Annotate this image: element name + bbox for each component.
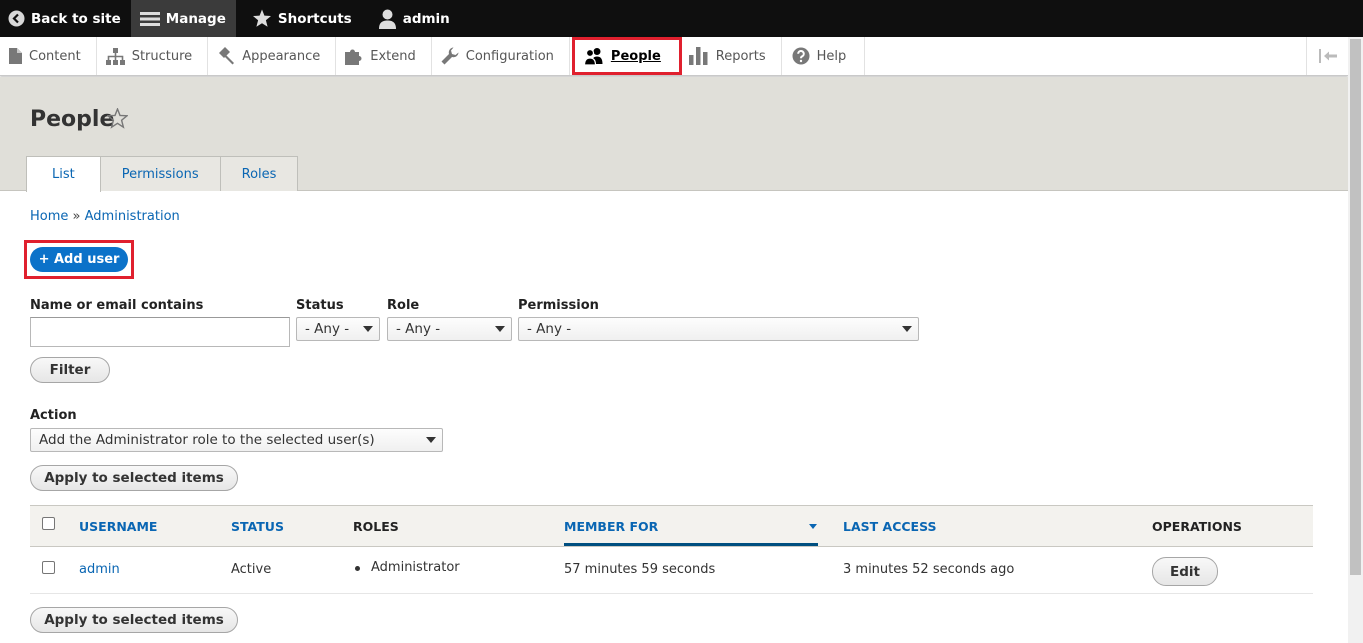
sort-descending-icon <box>809 524 817 529</box>
tray-item-reports[interactable]: Reports <box>682 37 782 75</box>
add-user-button[interactable]: + Add user <box>30 247 128 272</box>
user-status: Active <box>231 562 272 577</box>
tray-item-appearance[interactable]: Appearance <box>208 37 337 75</box>
file-icon <box>9 48 22 64</box>
breadcrumb-home[interactable]: Home <box>30 209 68 224</box>
manage-toggle[interactable]: Manage <box>130 0 236 37</box>
user-member-for: 57 minutes 59 seconds <box>564 562 716 577</box>
people-icon <box>583 48 603 65</box>
page-title: People <box>30 107 115 132</box>
tray-item-label: People <box>610 48 661 64</box>
breadcrumb-administration[interactable]: Administration <box>85 209 180 224</box>
breadcrumb: Home » Administration <box>30 209 180 224</box>
tray-item-configuration[interactable]: Configuration <box>432 37 570 75</box>
paintbrush-icon <box>219 47 235 65</box>
back-arrow-icon <box>8 10 25 27</box>
manage-label: Manage <box>165 10 226 27</box>
page-scrollbar[interactable] <box>1348 37 1363 643</box>
back-to-site-link[interactable]: Back to site <box>0 0 131 37</box>
permission-select[interactable]: - Any - <box>518 317 919 341</box>
permission-filter-label: Permission <box>518 298 599 313</box>
admin-tray: Content Structure Appearance Extend Conf… <box>0 37 1348 76</box>
action-select[interactable]: Add the Administrator role to the select… <box>30 428 443 452</box>
tray-item-label: Help <box>816 48 847 64</box>
chevron-down-icon <box>495 326 505 332</box>
chevron-down-icon <box>363 326 373 332</box>
tray-item-label: Structure <box>131 48 193 64</box>
primary-tabs: List Permissions Roles <box>26 156 299 192</box>
shortcuts-label: Shortcuts <box>277 10 352 27</box>
user-icon <box>378 9 396 29</box>
list-bullet <box>355 566 360 571</box>
tray-item-label: Appearance <box>242 48 321 64</box>
wrench-icon <box>441 47 459 65</box>
tab-roles[interactable]: Roles <box>219 156 299 191</box>
user-menu[interactable]: admin <box>362 0 460 37</box>
name-filter-label: Name or email contains <box>30 298 204 313</box>
status-select[interactable]: - Any - <box>296 317 380 341</box>
tray-item-structure[interactable]: Structure <box>97 37 209 75</box>
status-select-value: - Any - <box>305 321 350 337</box>
row-checkbox[interactable] <box>42 561 55 574</box>
tray-item-label: Reports <box>715 48 766 64</box>
status-filter-label: Status <box>296 298 344 313</box>
sitemap-icon <box>105 47 125 65</box>
breadcrumb-separator: » <box>72 209 81 224</box>
filter-button[interactable]: Filter <box>30 357 110 383</box>
table-header <box>30 505 1313 547</box>
role-select-value: - Any - <box>396 321 441 337</box>
chevron-down-icon <box>902 326 912 332</box>
permission-select-value: - Any - <box>527 321 572 337</box>
column-roles: ROLES <box>353 519 399 534</box>
collapse-left-icon <box>1318 49 1337 63</box>
help-icon <box>792 47 810 65</box>
tray-item-people[interactable]: People <box>571 37 682 75</box>
active-sort-indicator <box>564 543 818 546</box>
tray-orientation-toggle[interactable] <box>1306 37 1348 75</box>
user-last-access: 3 minutes 52 seconds ago <box>843 562 1015 577</box>
tray-item-help[interactable]: Help <box>782 37 866 75</box>
bar-chart-icon <box>688 47 708 65</box>
shortcut-star-icon[interactable] <box>107 108 128 129</box>
column-status[interactable]: STATUS <box>231 519 284 534</box>
username-link[interactable]: admin <box>79 562 120 577</box>
user-role: Administrator <box>371 560 460 575</box>
column-operations: OPERATIONS <box>1152 519 1242 534</box>
tray-item-label: Extend <box>370 48 416 64</box>
tray-item-extend[interactable]: Extend <box>336 37 432 75</box>
back-to-site-label: Back to site <box>31 10 121 27</box>
name-email-input[interactable] <box>30 317 290 347</box>
role-filter-label: Role <box>387 298 420 313</box>
tray-item-label: Configuration <box>465 48 554 64</box>
user-name-label: admin <box>402 10 450 27</box>
column-last-access[interactable]: LAST ACCESS <box>843 519 937 534</box>
column-username[interactable]: USERNAME <box>79 519 157 534</box>
action-label: Action <box>30 408 77 423</box>
tab-list[interactable]: List <box>26 156 101 192</box>
hamburger-icon <box>139 11 160 26</box>
puzzle-icon <box>345 49 362 65</box>
scrollbar-thumb[interactable] <box>1350 39 1361 575</box>
admin-toolbar: Back to site Manage Shortcuts admin <box>0 0 1363 37</box>
role-select[interactable]: - Any - <box>387 317 512 341</box>
tab-permissions[interactable]: Permissions <box>99 156 221 191</box>
action-select-value: Add the Administrator role to the select… <box>39 432 375 448</box>
edit-user-button[interactable]: Edit <box>1152 557 1218 586</box>
shortcuts-toggle[interactable]: Shortcuts <box>236 0 362 37</box>
tray-item-content[interactable]: Content <box>0 37 97 75</box>
apply-selected-button-bottom[interactable]: Apply to selected items <box>30 607 238 633</box>
select-all-checkbox[interactable] <box>42 517 55 530</box>
star-icon <box>252 9 271 27</box>
apply-selected-button-top[interactable]: Apply to selected items <box>30 465 238 491</box>
column-member-for[interactable]: MEMBER FOR <box>564 519 658 534</box>
tray-item-label: Content <box>29 48 81 64</box>
chevron-down-icon <box>426 437 436 443</box>
